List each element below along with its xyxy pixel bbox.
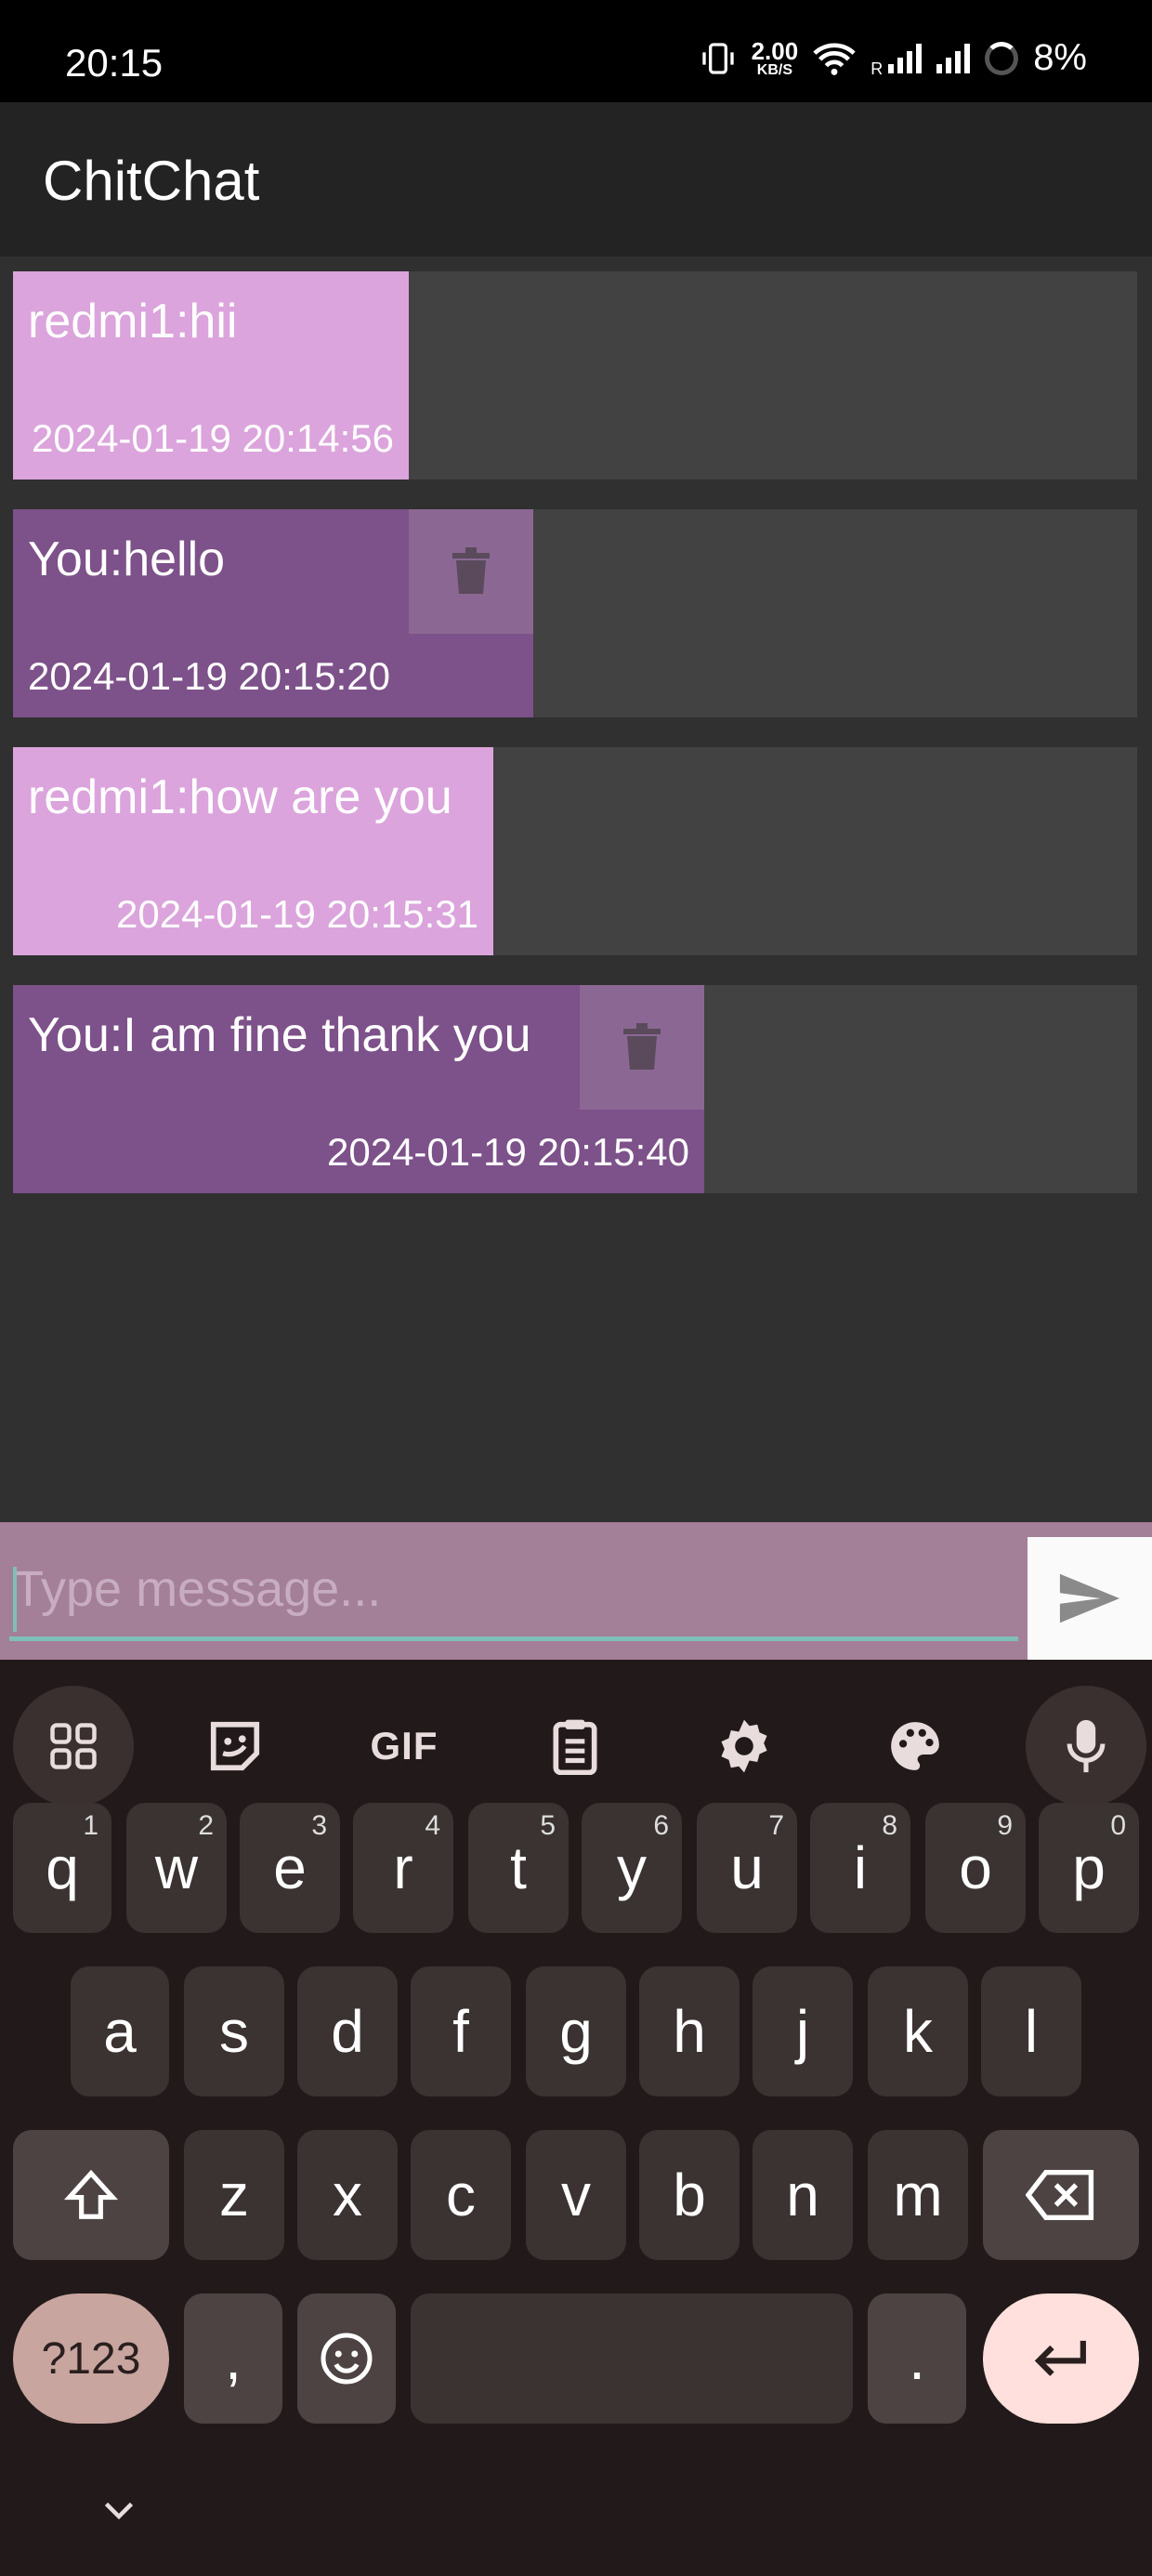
shift-key[interactable]	[13, 2130, 169, 2260]
emoji-icon	[321, 2333, 373, 2385]
key-p[interactable]: p0	[1039, 1803, 1139, 1933]
message-input[interactable]	[9, 1541, 1018, 1641]
app-title: ChitChat	[43, 150, 260, 212]
message-text: You:I am fine thank you	[28, 1008, 531, 1062]
key-f[interactable]: f	[411, 1966, 511, 2096]
wifi-icon	[813, 43, 856, 75]
theme-button[interactable]	[855, 1686, 975, 1807]
hide-keyboard-button[interactable]	[98, 2491, 139, 2531]
palette-icon	[891, 1722, 939, 1770]
message-bubble-received[interactable]: redmi1:how are you 2024-01-19 20:15:31	[13, 747, 493, 955]
text-cursor	[13, 1567, 17, 1632]
key-k[interactable]: k	[868, 1966, 968, 2096]
key-v[interactable]: v	[526, 2130, 626, 2260]
status-time: 20:15	[65, 41, 164, 85]
key-y[interactable]: y6	[582, 1803, 682, 1933]
key-n[interactable]: n	[753, 2130, 853, 2260]
comma-key[interactable]: ,	[184, 2293, 282, 2424]
key-q[interactable]: q1	[13, 1803, 111, 1933]
enter-key[interactable]	[983, 2293, 1139, 2424]
backspace-icon	[1026, 2170, 1094, 2220]
key-l[interactable]: l	[981, 1966, 1081, 2096]
app-bar: ChitChat	[0, 102, 1152, 256]
settings-icon	[721, 1719, 767, 1773]
key-e[interactable]: e3	[240, 1803, 340, 1933]
key-x[interactable]: x	[297, 2130, 398, 2260]
period-key[interactable]: .	[868, 2293, 966, 2424]
signal-2-icon	[936, 43, 971, 73]
message-bubble-sent[interactable]: You:I am fine thank you 2024-01-19 20:15…	[13, 985, 704, 1193]
apps-grid-button[interactable]	[13, 1686, 134, 1807]
trash-icon	[623, 1023, 661, 1070]
key-o[interactable]: o9	[925, 1803, 1026, 1933]
message-timestamp: 2024-01-19 20:15:40	[327, 1130, 689, 1174]
key-d[interactable]: d	[297, 1966, 398, 2096]
message-text: You:hello	[28, 532, 226, 586]
roaming-indicator: R	[871, 59, 884, 78]
message-bubble-received[interactable]: redmi1:hii 2024-01-19 20:14:56	[13, 271, 409, 480]
key-a[interactable]: a	[71, 1966, 169, 2096]
message-timestamp: 2024-01-19 20:15:31	[116, 892, 478, 936]
message-timestamp: 2024-01-19 20:15:20	[28, 654, 390, 698]
sticker-icon	[210, 1721, 260, 1771]
net-speed: 2.00 KB/S	[751, 36, 799, 78]
key-t[interactable]: t5	[468, 1803, 569, 1933]
keyboard-settings-button[interactable]	[684, 1686, 805, 1807]
send-icon	[1059, 1573, 1120, 1623]
chevron-down-icon	[104, 2502, 134, 2520]
voice-input-button[interactable]	[1026, 1686, 1146, 1807]
message-text: redmi1:hii	[28, 295, 238, 348]
message-row: You:I am fine thank you 2024-01-19 20:15…	[13, 985, 1137, 1193]
gif-button[interactable]: GIF	[344, 1686, 465, 1807]
space-key[interactable]	[411, 2293, 853, 2424]
signal-1-icon	[888, 43, 923, 73]
clipboard-icon	[553, 1719, 597, 1775]
battery-icon	[985, 41, 1019, 75]
key-z[interactable]: z	[184, 2130, 284, 2260]
soft-keyboard: GIF q1 w2 e3 r4 t5 y6 u7 i8 o9 p0 a s d …	[0, 1660, 1152, 2576]
microphone-icon	[1067, 1719, 1106, 1773]
key-g[interactable]: g	[526, 1966, 626, 2096]
vibrate-icon	[701, 42, 734, 74]
sticker-button[interactable]	[175, 1686, 295, 1807]
key-i[interactable]: i8	[810, 1803, 910, 1933]
status-bar: 20:15 2.00 KB/S R 8%	[0, 0, 1152, 102]
emoji-key[interactable]	[297, 2293, 396, 2424]
message-row: You:hello 2024-01-19 20:15:20	[13, 509, 1137, 717]
backspace-key[interactable]	[983, 2130, 1139, 2260]
key-s[interactable]: s	[184, 1966, 284, 2096]
symbols-key[interactable]: ?123	[13, 2293, 169, 2424]
clipboard-button[interactable]	[515, 1686, 635, 1807]
gif-icon: GIF	[370, 1724, 439, 1768]
delete-message-button[interactable]	[409, 509, 533, 634]
key-w[interactable]: w2	[126, 1803, 227, 1933]
message-timestamp: 2024-01-19 20:14:56	[32, 416, 394, 460]
message-list[interactable]: redmi1:hii 2024-01-19 20:14:56 You:hello…	[0, 256, 1152, 1522]
key-c[interactable]: c	[411, 2130, 511, 2260]
shift-icon	[63, 2169, 119, 2219]
key-h[interactable]: h	[639, 1966, 740, 2096]
message-row: redmi1:hii 2024-01-19 20:14:56	[13, 271, 1137, 480]
key-r[interactable]: r4	[353, 1803, 453, 1933]
key-u[interactable]: u7	[697, 1803, 797, 1933]
message-bubble-sent[interactable]: You:hello 2024-01-19 20:15:20	[13, 509, 533, 717]
enter-icon	[1034, 2340, 1086, 2376]
send-button[interactable]	[1028, 1537, 1152, 1660]
status-icons: 2.00 KB/S R 8%	[700, 37, 1087, 79]
key-j[interactable]: j	[753, 1966, 853, 2096]
message-text: redmi1:how are you	[28, 770, 452, 824]
battery-percent: 8%	[1033, 37, 1087, 78]
key-m[interactable]: m	[868, 2130, 968, 2260]
delete-message-button[interactable]	[580, 985, 704, 1110]
trash-icon	[452, 547, 490, 594]
key-b[interactable]: b	[639, 2130, 740, 2260]
apps-grid-icon	[50, 1723, 97, 1769]
message-row: redmi1:how are you 2024-01-19 20:15:31	[13, 747, 1137, 955]
message-composer	[0, 1522, 1152, 1660]
